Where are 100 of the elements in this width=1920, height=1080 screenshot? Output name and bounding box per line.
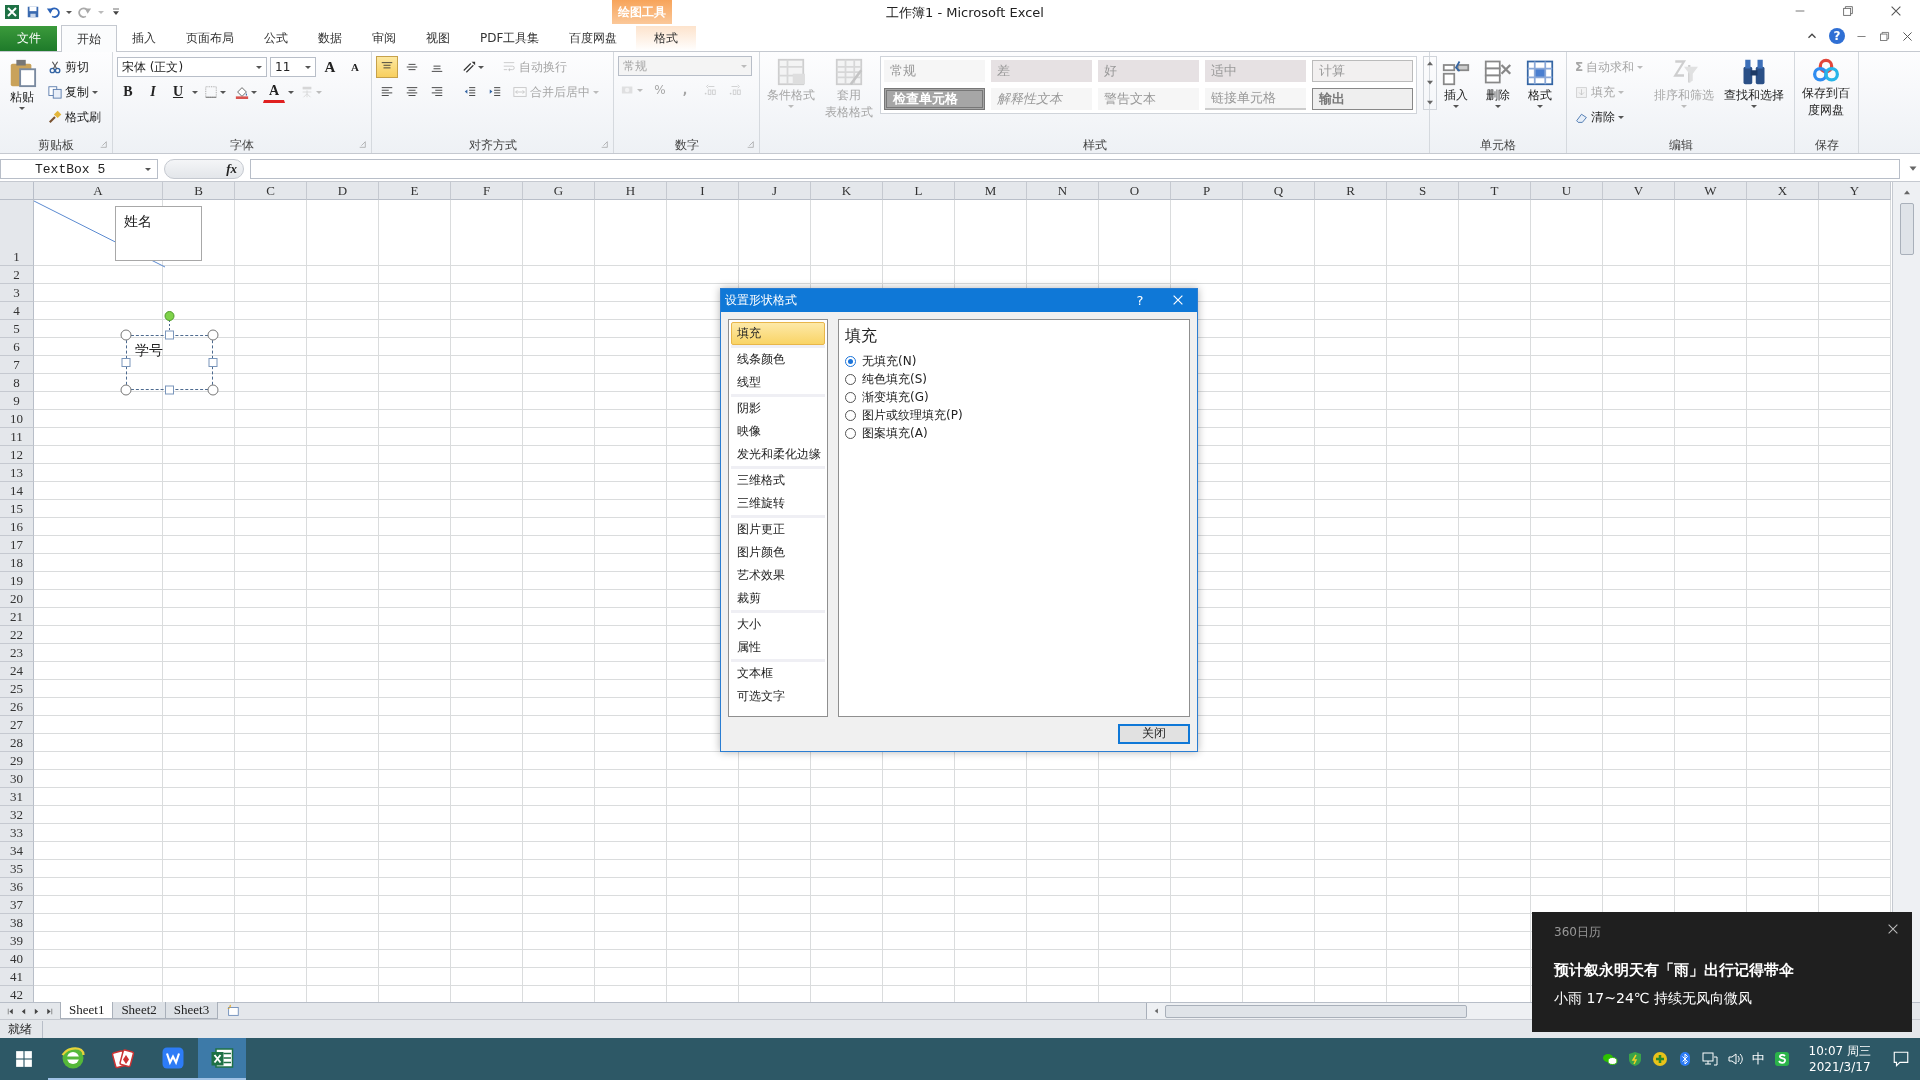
font-size-field[interactable]: 11 (270, 57, 316, 77)
help-button[interactable]: ? (1829, 28, 1845, 44)
font-color-button[interactable]: A (263, 81, 285, 103)
row-header[interactable]: 33 (0, 824, 34, 842)
column-header[interactable]: D (307, 182, 379, 200)
ribbon-tab[interactable]: 开始 (61, 25, 117, 52)
ribbon-tab[interactable]: PDF工具集 (465, 26, 555, 51)
ribbon-tab[interactable]: 文件 (0, 26, 57, 51)
category-item[interactable]: 发光和柔化边缘 (731, 442, 825, 466)
close-icon[interactable] (1889, 4, 1903, 18)
column-header[interactable]: O (1099, 182, 1171, 200)
radio-label[interactable]: 纯色填充(S) (862, 370, 927, 388)
format-painter-button[interactable]: 格式刷 (44, 106, 105, 128)
vertical-scrollbar[interactable] (1892, 182, 1920, 1002)
row-header[interactable]: 19 (0, 572, 34, 590)
sheet-tab[interactable]: Sheet3 (165, 1002, 219, 1019)
ribbon-tab[interactable]: 审阅 (357, 26, 411, 51)
sheet-tab[interactable]: Sheet2 (113, 1002, 166, 1019)
ribbon-tab[interactable]: 数据 (303, 26, 357, 51)
row-header[interactable]: 8 (0, 374, 34, 392)
close-icon[interactable] (1886, 922, 1900, 936)
ribbon-tab[interactable]: 格式 (636, 26, 697, 51)
row-header[interactable]: 14 (0, 482, 34, 500)
radio-button[interactable] (845, 409, 856, 421)
row-header[interactable]: 15 (0, 500, 34, 518)
category-item[interactable]: 大小 (731, 612, 825, 636)
scrollbar-thumb[interactable] (1899, 203, 1914, 255)
clock-time[interactable]: 10:07 周三 (1808, 1043, 1871, 1059)
chat-icon[interactable] (1601, 1051, 1618, 1067)
category-item[interactable]: 裁剪 (731, 586, 825, 610)
underline-button[interactable]: U (167, 81, 189, 103)
find-select-button[interactable]: 查找和选择 (1721, 56, 1788, 137)
row-header[interactable]: 39 (0, 932, 34, 950)
category-item[interactable]: 图片更正 (731, 517, 825, 541)
s-app-icon[interactable] (1773, 1051, 1790, 1067)
column-header[interactable]: Y (1819, 182, 1891, 200)
column-header[interactable]: C (235, 182, 307, 200)
row-header[interactable]: 35 (0, 860, 34, 878)
format-cells-button[interactable]: 格式 (1523, 56, 1557, 137)
row-header[interactable]: 12 (0, 446, 34, 464)
column-header[interactable]: S (1387, 182, 1459, 200)
category-item[interactable]: 属性 (731, 635, 825, 659)
column-header[interactable]: K (811, 182, 883, 200)
previous-sheet-icon[interactable] (19, 1006, 28, 1016)
radio-button[interactable] (845, 373, 856, 385)
first-sheet-icon[interactable] (6, 1006, 15, 1016)
row-header[interactable]: 1 (0, 200, 34, 266)
radio-label[interactable]: 渐变填充(G) (862, 388, 929, 406)
save-icon[interactable] (26, 5, 40, 19)
radio-label[interactable]: 图案填充(A) (862, 424, 928, 442)
category-item[interactable]: 线型 (731, 370, 825, 394)
insert-function-button[interactable]: fx (164, 159, 244, 179)
row-header[interactable]: 16 (0, 518, 34, 536)
row-header[interactable]: 36 (0, 878, 34, 896)
close-button[interactable]: 关闭 (1118, 724, 1190, 744)
row-header[interactable]: 11 (0, 428, 34, 446)
close-icon[interactable] (1901, 29, 1914, 43)
paste-button[interactable]: 粘贴 (4, 56, 40, 137)
column-header[interactable]: A (34, 182, 163, 200)
row-header[interactable]: 26 (0, 698, 34, 716)
start-icon[interactable] (15, 1050, 33, 1068)
volume-icon[interactable] (1726, 1051, 1743, 1067)
shrink-font-button[interactable]: A (344, 56, 366, 78)
row-header[interactable]: 29 (0, 752, 34, 770)
row-header[interactable]: 9 (0, 392, 34, 410)
category-item[interactable]: 三维旋转 (731, 491, 825, 515)
row-header[interactable]: 41 (0, 968, 34, 986)
last-sheet-icon[interactable] (45, 1006, 54, 1016)
row-header[interactable]: 32 (0, 806, 34, 824)
column-header[interactable]: L (883, 182, 955, 200)
column-header[interactable]: E (379, 182, 451, 200)
row-header[interactable]: 30 (0, 770, 34, 788)
category-item[interactable]: 映像 (731, 419, 825, 443)
undo-icon[interactable] (46, 5, 60, 19)
new-sheet-icon[interactable] (226, 1004, 241, 1018)
row-header[interactable]: 2 (0, 266, 34, 284)
category-item[interactable]: 文本框 (731, 661, 825, 685)
column-header[interactable]: I (667, 182, 739, 200)
row-header[interactable]: 28 (0, 734, 34, 752)
row-header[interactable]: 4 (0, 302, 34, 320)
clear-button[interactable]: 清除 (1571, 106, 1648, 128)
category-item[interactable]: 可选文字 (731, 684, 825, 708)
column-header[interactable]: V (1603, 182, 1675, 200)
column-header[interactable]: H (595, 182, 667, 200)
category-item[interactable]: 艺术效果 (731, 563, 825, 587)
ribbon-tab[interactable]: 视图 (411, 26, 465, 51)
notification-center-icon[interactable] (1892, 1050, 1910, 1068)
category-item[interactable]: 阴影 (731, 396, 825, 420)
row-header[interactable]: 22 (0, 626, 34, 644)
column-header[interactable]: J (739, 182, 811, 200)
input-method-indicator[interactable]: 中 (1751, 1050, 1765, 1068)
radio-button[interactable] (845, 391, 856, 403)
bold-button[interactable]: B (117, 81, 139, 103)
copy-button[interactable]: 复制 (44, 81, 105, 103)
row-header[interactable]: 3 (0, 284, 34, 302)
plus-icon[interactable] (1651, 1051, 1668, 1067)
column-header[interactable]: W (1675, 182, 1747, 200)
category-item[interactable]: 三维格式 (731, 468, 825, 492)
ribbon-tab[interactable]: 百度网盘 (554, 26, 633, 51)
radio-label[interactable]: 图片或纹理填充(P) (862, 406, 963, 424)
